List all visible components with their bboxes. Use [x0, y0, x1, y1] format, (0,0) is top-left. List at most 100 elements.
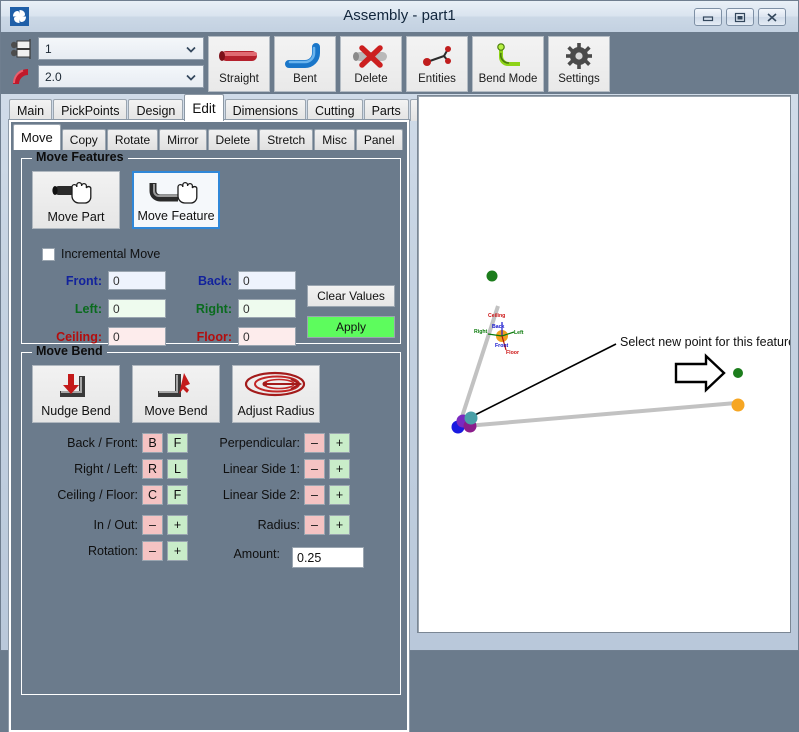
move-feature-label: Move Feature — [137, 209, 214, 223]
move-bend-button[interactable]: Move Bend — [132, 365, 220, 423]
left-input[interactable]: 0 — [108, 299, 166, 318]
bend-die-icon — [8, 64, 38, 89]
back-input[interactable]: 0 — [238, 271, 296, 290]
subtab-move-label: Move — [21, 130, 53, 145]
clear-values-button[interactable]: Clear Values — [307, 285, 395, 307]
right-button[interactable]: R — [142, 459, 163, 479]
move-feature-button[interactable]: Move Feature — [132, 171, 220, 229]
right-field-row: Right: 0 — [190, 299, 296, 318]
subtab-rotate[interactable]: Rotate — [107, 129, 158, 150]
ceiling-button[interactable]: C — [142, 485, 163, 505]
nudge-bend-arrow-icon — [52, 366, 100, 404]
move-part-button[interactable]: Move Part — [32, 171, 120, 229]
front-label: Front: — [40, 274, 102, 288]
floor-button[interactable]: F — [167, 485, 188, 505]
bend-radius-row: 2.0 — [8, 64, 204, 89]
bend-mode-icon — [490, 41, 526, 71]
linear-side-1-minus-button[interactable]: – — [304, 459, 325, 479]
radius-minus-button[interactable]: – — [304, 515, 325, 535]
rotation-row: Rotation: – + — [28, 541, 188, 561]
in-out-minus-button[interactable]: – — [142, 515, 163, 535]
perpendicular-minus-button[interactable]: – — [304, 433, 325, 453]
floor-input[interactable]: 0 — [238, 327, 296, 346]
incremental-move-box[interactable] — [42, 248, 55, 261]
close-button[interactable] — [758, 8, 786, 26]
tab-cutting-label: Cutting — [315, 104, 355, 118]
application-window: Assembly - part1 — [0, 0, 799, 651]
tab-pickpoints[interactable]: PickPoints — [53, 99, 127, 121]
tab-parts[interactable]: Parts — [364, 99, 409, 121]
segment-count-value: 1 — [45, 42, 52, 56]
front-input[interactable]: 0 — [108, 271, 166, 290]
tab-pickpoints-label: PickPoints — [61, 104, 119, 118]
rotation-minus-button[interactable]: – — [142, 541, 163, 561]
tab-cutting[interactable]: Cutting — [307, 99, 363, 121]
subtab-mirror[interactable]: Mirror — [159, 129, 206, 150]
amount-input[interactable]: 0.25 — [292, 547, 364, 568]
segment-count-dropdown[interactable]: 1 — [38, 37, 204, 60]
delete-x-icon — [349, 41, 393, 71]
linear-side-2-minus-button[interactable]: – — [304, 485, 325, 505]
in-out-plus-button[interactable]: + — [167, 515, 188, 535]
subtab-copy[interactable]: Copy — [62, 129, 106, 150]
tab-edit[interactable]: Edit — [184, 94, 223, 121]
move-bend-group: Move Bend Nudge Bend — [21, 352, 401, 695]
radius-plus-button[interactable]: + — [329, 515, 350, 535]
delete-button[interactable]: Delete — [340, 36, 402, 92]
subtab-delete-label: Delete — [216, 133, 251, 147]
maximize-button[interactable] — [726, 8, 754, 26]
tab-main-label: Main — [17, 104, 44, 118]
tab-dimensions[interactable]: Dimensions — [225, 99, 306, 121]
bent-button[interactable]: Bent — [274, 36, 336, 92]
minimize-button[interactable] — [694, 8, 722, 26]
toolbar-combo-column: 1 2.0 — [8, 36, 204, 92]
tab-design-label: Design — [136, 104, 175, 118]
tube-segment-lower — [466, 403, 736, 426]
subtab-delete[interactable]: Delete — [208, 129, 259, 150]
incremental-move-checkbox[interactable]: Incremental Move — [42, 247, 160, 261]
adjust-radius-button[interactable]: Adjust Radius — [232, 365, 320, 423]
block-arrow-right-icon — [676, 356, 724, 390]
back-label: Back: — [190, 274, 232, 288]
back-front-label: Back / Front: — [28, 436, 138, 450]
linear-side-2-plus-button[interactable]: + — [329, 485, 350, 505]
entities-label: Entities — [418, 73, 456, 85]
tab-parts-label: Parts — [372, 104, 401, 118]
straight-button[interactable]: Straight — [208, 36, 270, 92]
tab-main[interactable]: Main — [9, 99, 52, 121]
perpendicular-plus-button[interactable]: + — [329, 433, 350, 453]
linear-side-1-plus-button[interactable]: + — [329, 459, 350, 479]
subtab-misc[interactable]: Misc — [314, 129, 355, 150]
front-button[interactable]: F — [167, 433, 188, 453]
straight-tube-icon — [215, 41, 263, 71]
linear-side-1-label: Linear Side 1: — [190, 462, 300, 476]
edit-panel: Move Copy Rotate Mirror Delete Stretch M… — [9, 120, 409, 732]
ceiling-input[interactable]: 0 — [108, 327, 166, 346]
bend-radius-dropdown[interactable]: 2.0 — [38, 65, 204, 88]
back-button[interactable]: B — [142, 433, 163, 453]
point-orange-end — [732, 399, 745, 412]
radius-row: Radius: – + — [190, 515, 350, 535]
axis-indicator: Ceiling Back Left Right Front Floor — [474, 313, 524, 356]
move-part-hand-icon — [48, 172, 104, 210]
model-viewport[interactable]: Select new point for this feature Ceilin… — [417, 95, 791, 633]
back-front-row: Back / Front: B F — [28, 433, 188, 453]
amount-label: Amount: — [180, 547, 280, 561]
left-button[interactable]: L — [167, 459, 188, 479]
subtab-panel[interactable]: Panel — [356, 129, 403, 150]
right-left-label: Right / Left: — [28, 462, 138, 476]
nudge-bend-button[interactable]: Nudge Bend — [32, 365, 120, 423]
axis-label-ceiling: Ceiling — [488, 313, 505, 319]
subtab-move[interactable]: Move — [13, 124, 61, 150]
apply-label: Apply — [336, 320, 366, 334]
window-title: Assembly - part1 — [1, 7, 798, 24]
ceiling-label: Ceiling: — [40, 330, 102, 344]
bend-mode-button[interactable]: Bend Mode — [472, 36, 544, 92]
subtab-stretch[interactable]: Stretch — [259, 129, 313, 150]
apply-button[interactable]: Apply — [307, 316, 395, 338]
entities-button[interactable]: Entities — [406, 36, 468, 92]
left-label: Left: — [40, 302, 102, 316]
right-input[interactable]: 0 — [238, 299, 296, 318]
settings-button[interactable]: Settings — [548, 36, 610, 92]
tab-design[interactable]: Design — [128, 99, 183, 121]
